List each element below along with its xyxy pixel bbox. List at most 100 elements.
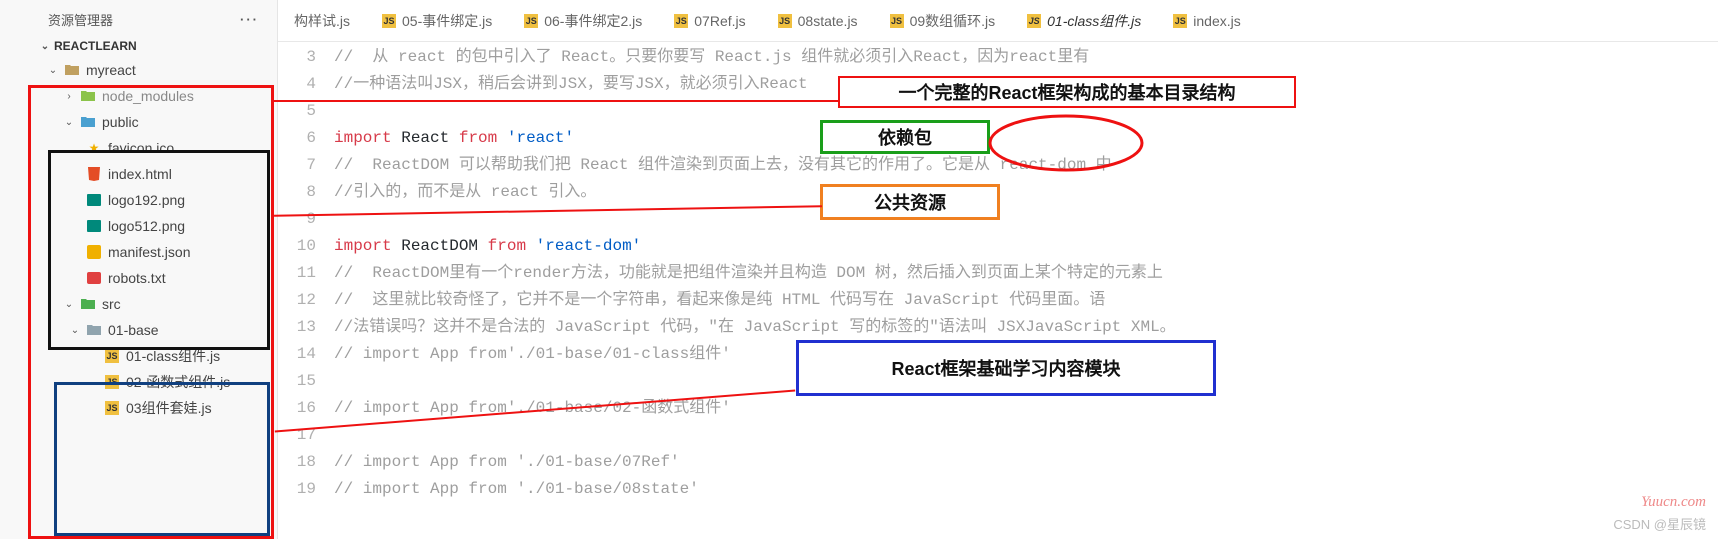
chevron-down-icon: ⌄: [46, 65, 60, 76]
file-manifest[interactable]: manifest.json: [0, 239, 277, 265]
tab-7[interactable]: JS index.js: [1157, 0, 1256, 41]
code-line: // import App from './01-base/08state': [334, 476, 1718, 503]
folder-icon: [64, 62, 80, 78]
code-line: [334, 422, 1718, 449]
tab-label: 构样试.js: [294, 11, 350, 31]
code-line: // 这里就比较奇怪了，它并不是一个字符串，看起来像是纯 HTML 代码写在 J…: [334, 287, 1718, 314]
folder-myreact[interactable]: ⌄ myreact: [0, 57, 277, 83]
folder-01-base[interactable]: ⌄ 01-base: [0, 317, 277, 343]
csdn-credit: CSDN @星辰镜: [1613, 514, 1706, 533]
chevron-down-icon: ⌄: [68, 325, 82, 336]
tab-1[interactable]: JS 05-事件绑定.js: [366, 0, 508, 41]
tab-2[interactable]: JS 06-事件绑定2.js: [508, 0, 658, 41]
line-gutter: 345678910111213141516171819: [278, 44, 334, 539]
image-icon: [86, 192, 102, 208]
chevron-down-icon: ⌄: [40, 41, 50, 52]
js-icon: JS: [382, 14, 396, 28]
code-editor[interactable]: 345678910111213141516171819 // 从 react 的…: [278, 42, 1718, 539]
watermark: Yuucn.com: [1641, 494, 1706, 511]
folder-public[interactable]: ⌄ public: [0, 109, 277, 135]
file-label: logo192.png: [108, 192, 185, 208]
js-icon: JS: [1173, 14, 1187, 28]
file-label: manifest.json: [108, 244, 190, 260]
file-tree: ⌄ myreact › node_modules ⌄ public ★ favi…: [0, 57, 277, 421]
folder-icon: [80, 88, 96, 104]
tab-label: 06-事件绑定2.js: [544, 11, 642, 31]
tab-3[interactable]: JS 07Ref.js: [658, 0, 761, 41]
tab-label: 01-class组件.js: [1047, 11, 1141, 31]
explorer-sidebar: 资源管理器 ··· ⌄ REACTLEARN ⌄ myreact › node_…: [0, 0, 278, 539]
chevron-down-icon: ⌄: [62, 299, 76, 310]
chevron-down-icon: ⌄: [62, 117, 76, 128]
file-label: index.html: [108, 166, 172, 182]
js-icon: JS: [778, 14, 792, 28]
folder-label: 01-base: [108, 322, 159, 338]
code-line: // import App from'./01-base/02-函数式组件': [334, 395, 1718, 422]
code-line: [334, 98, 1718, 125]
folder-icon: [80, 296, 96, 312]
tab-label: 05-事件绑定.js: [402, 11, 492, 31]
robot-icon: [86, 270, 102, 286]
folder-label: myreact: [86, 62, 136, 78]
code-line: //法错误吗？这并不是合法的 JavaScript 代码，"在 JavaScri…: [334, 314, 1718, 341]
star-icon: ★: [86, 140, 102, 156]
image-icon: [86, 218, 102, 234]
file-02-func[interactable]: JS 02-函数式组件.js: [0, 369, 277, 395]
project-name: REACTLEARN: [54, 39, 137, 53]
folder-icon: [86, 322, 102, 338]
tab-6[interactable]: JS 01-class组件.js: [1011, 0, 1157, 41]
tab-5[interactable]: JS 09数组循环.js: [874, 0, 1012, 41]
more-icon[interactable]: ···: [240, 12, 259, 27]
js-icon: JS: [104, 374, 120, 390]
js-icon: JS: [674, 14, 688, 28]
file-01-class[interactable]: JS 01-class组件.js: [0, 343, 277, 369]
tab-4[interactable]: JS 08state.js: [762, 0, 874, 41]
file-label: 02-函数式组件.js: [126, 372, 230, 392]
code-line: import React from 'react': [334, 125, 1718, 152]
file-favicon[interactable]: ★ favicon.ico: [0, 135, 277, 161]
js-icon: JS: [524, 14, 538, 28]
js-icon: JS: [1027, 14, 1041, 28]
json-icon: [86, 244, 102, 260]
tab-label: 09数组循环.js: [910, 11, 996, 31]
file-label: 01-class组件.js: [126, 346, 220, 366]
chevron-right-icon: ›: [62, 91, 76, 102]
file-logo192[interactable]: logo192.png: [0, 187, 277, 213]
explorer-title: 资源管理器: [48, 10, 113, 29]
code-line: [334, 206, 1718, 233]
code-line: //引入的，而不是从 react 引入。: [334, 179, 1718, 206]
file-label: logo512.png: [108, 218, 185, 234]
folder-label: node_modules: [102, 88, 194, 104]
file-robots[interactable]: robots.txt: [0, 265, 277, 291]
file-label: 03组件套娃.js: [126, 398, 212, 418]
js-icon: JS: [104, 400, 120, 416]
code-line: // 从 react 的包中引入了 React。只要你要写 React.js 组…: [334, 44, 1718, 71]
file-03-nest[interactable]: JS 03组件套娃.js: [0, 395, 277, 421]
file-label: favicon.ico: [108, 140, 174, 156]
code-line: //一种语法叫JSX，稍后会讲到JSX，要写JSX，就必须引入React: [334, 71, 1718, 98]
tab-label: 08state.js: [798, 13, 858, 29]
project-root[interactable]: ⌄ REACTLEARN: [0, 37, 277, 57]
code-line: // ReactDOM里有一个render方法，功能就是把组件渲染并且构造 DO…: [334, 260, 1718, 287]
code-line: import ReactDOM from 'react-dom': [334, 233, 1718, 260]
js-icon: JS: [890, 14, 904, 28]
editor-area: 构样试.js JS 05-事件绑定.js JS 06-事件绑定2.js JS 07Re…: [278, 0, 1718, 539]
folder-src[interactable]: ⌄ src: [0, 291, 277, 317]
code-content: // 从 react 的包中引入了 React。只要你要写 React.js 组…: [334, 44, 1718, 539]
tab-label: 07Ref.js: [694, 13, 745, 29]
folder-label: public: [102, 114, 139, 130]
file-label: robots.txt: [108, 270, 166, 286]
tab-0[interactable]: 构样试.js: [278, 0, 366, 41]
code-line: // import App from './01-base/07Ref': [334, 449, 1718, 476]
file-index-html[interactable]: index.html: [0, 161, 277, 187]
folder-label: src: [102, 296, 121, 312]
tab-label: index.js: [1193, 13, 1240, 29]
code-line: // import App from'./01-base/01-class组件': [334, 341, 1718, 368]
js-icon: JS: [104, 348, 120, 364]
file-logo512[interactable]: logo512.png: [0, 213, 277, 239]
html-icon: [86, 166, 102, 182]
code-line: // ReactDOM 可以帮助我们把 React 组件渲染到页面上去，没有其它…: [334, 152, 1718, 179]
tab-bar: 构样试.js JS 05-事件绑定.js JS 06-事件绑定2.js JS 07Re…: [278, 0, 1718, 42]
folder-node-modules[interactable]: › node_modules: [0, 83, 277, 109]
code-line: [334, 368, 1718, 395]
